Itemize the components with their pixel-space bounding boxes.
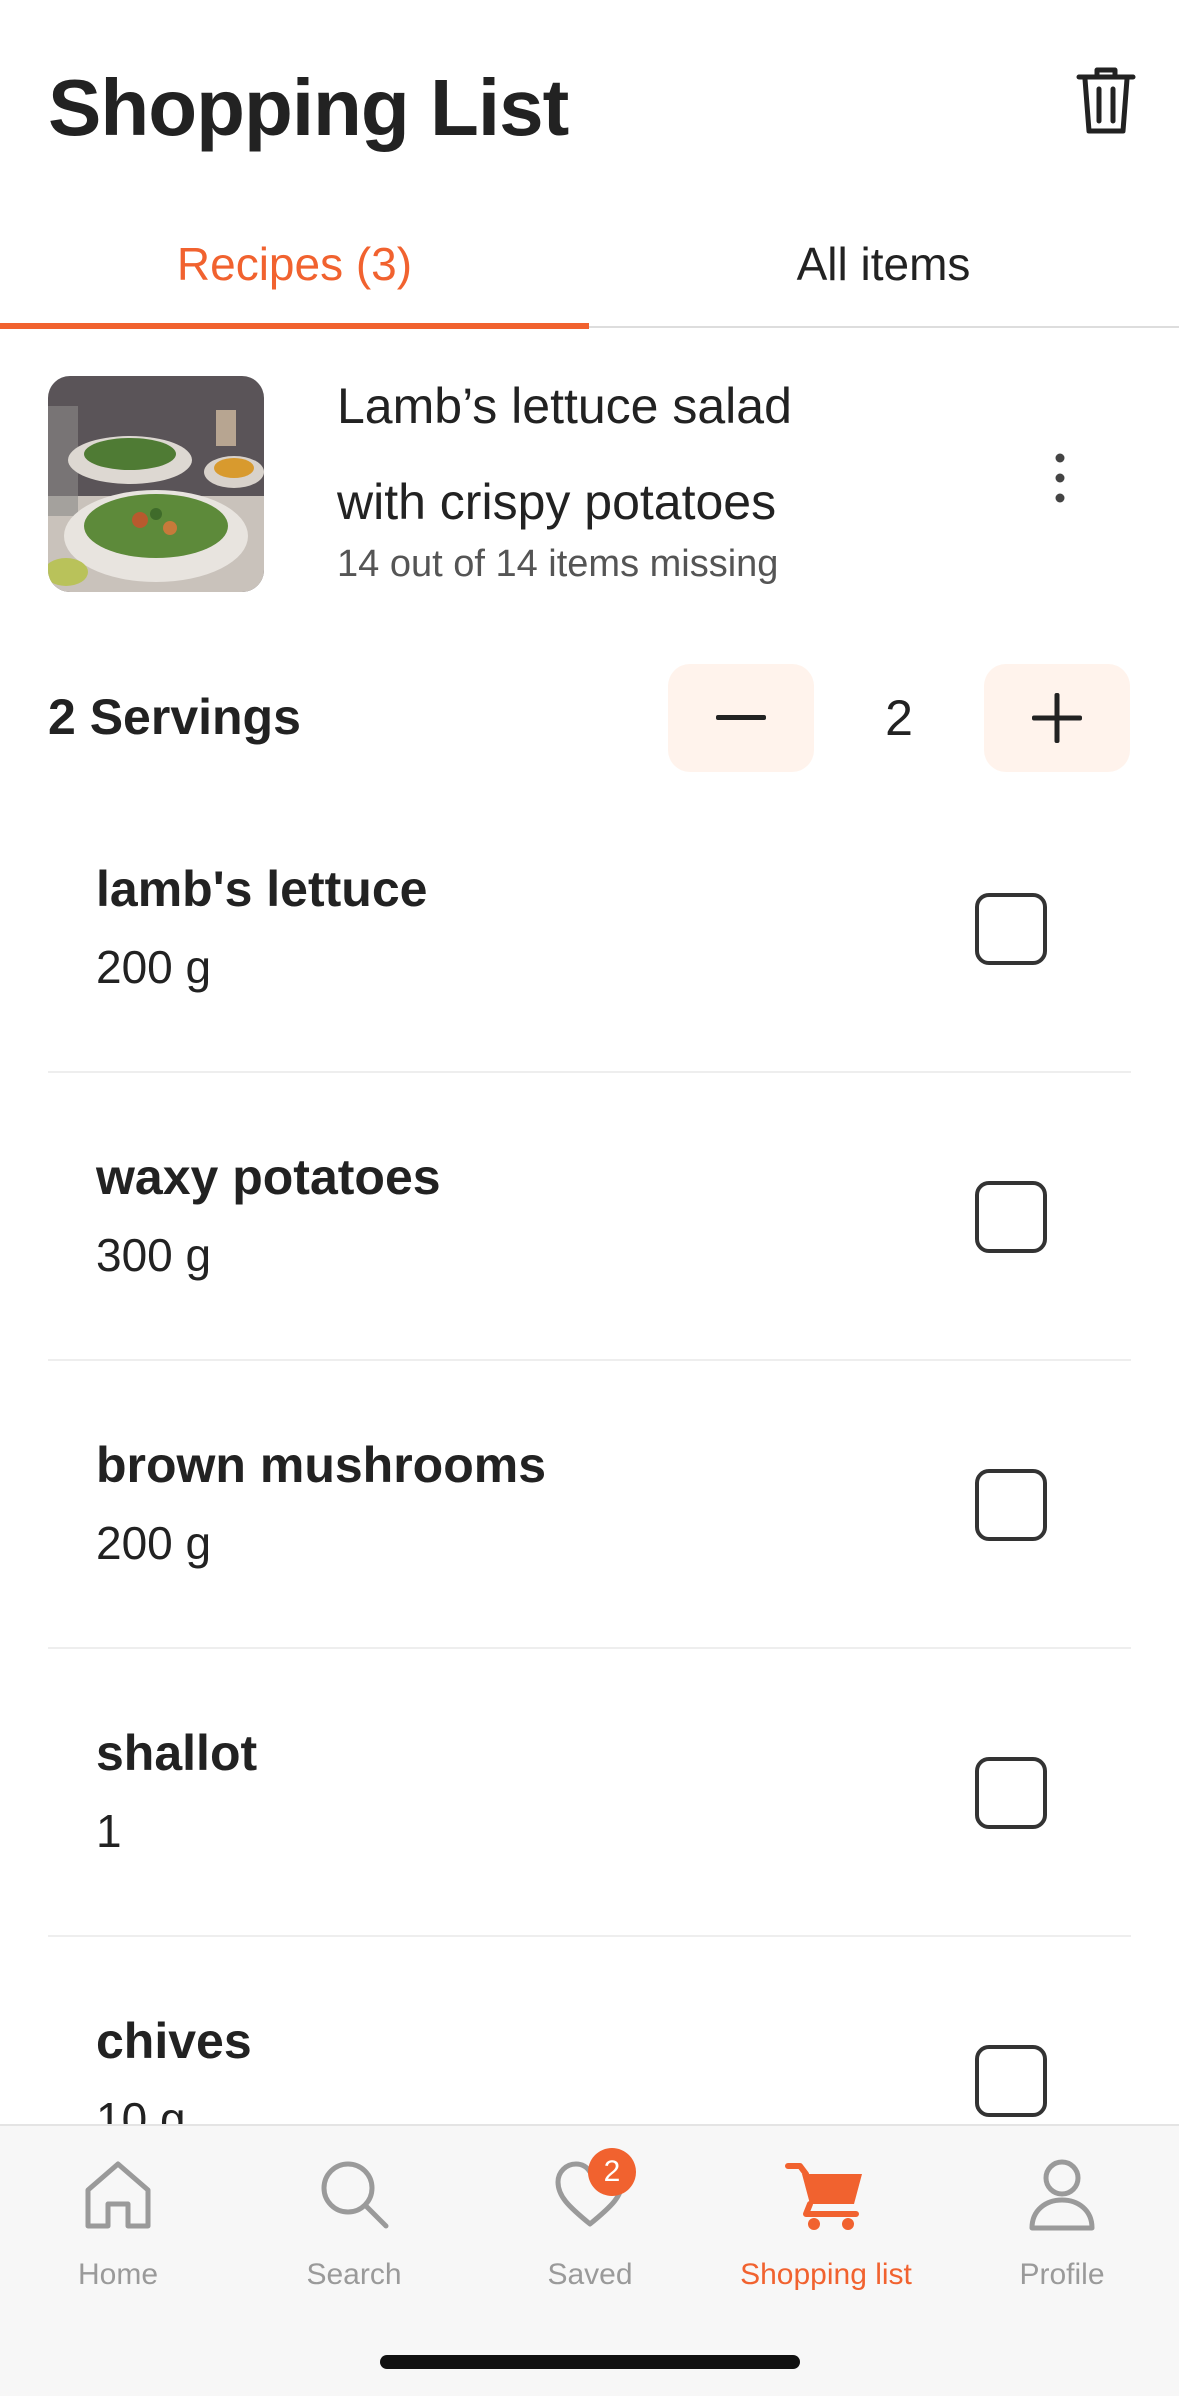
- decrease-servings-button[interactable]: [668, 664, 814, 772]
- item-quantity: 1: [96, 1805, 122, 1857]
- user-icon: [1020, 2152, 1104, 2236]
- recipe-title: Lamb’s lettuce salad with crispy potatoe…: [337, 358, 977, 550]
- more-vertical-icon[interactable]: [1040, 448, 1080, 508]
- nav-home[interactable]: Home: [0, 2152, 236, 2312]
- item-quantity: 300 g: [96, 1229, 212, 1281]
- list-item[interactable]: lamb's lettuce 200 g: [48, 785, 1131, 1073]
- recipe-missing-count: 14 out of 14 items missing: [337, 543, 779, 585]
- nav-saved[interactable]: 2 Saved: [472, 2148, 708, 2312]
- item-name: shallot: [96, 1725, 258, 1781]
- trash-icon[interactable]: [1075, 65, 1137, 137]
- nav-profile[interactable]: Profile: [944, 2152, 1179, 2312]
- item-checkbox[interactable]: [975, 1469, 1047, 1541]
- home-indicator[interactable]: [380, 2355, 800, 2369]
- tab-all-items[interactable]: All items: [589, 200, 1178, 328]
- list-item[interactable]: waxy potatoes 300 g: [48, 1073, 1131, 1361]
- minus-icon: [716, 715, 766, 720]
- header: Shopping List: [0, 0, 1179, 200]
- list-item[interactable]: brown mushrooms 200 g: [48, 1361, 1131, 1649]
- saved-count-badge: 2: [588, 2148, 636, 2196]
- item-checkbox[interactable]: [975, 1757, 1047, 1829]
- item-checkbox[interactable]: [975, 893, 1047, 965]
- nav-label: Profile: [1019, 2258, 1105, 2291]
- nav-label: Shopping list: [740, 2258, 912, 2291]
- heart-icon: 2: [548, 2148, 636, 2236]
- item-quantity: 200 g: [96, 1517, 212, 1569]
- tab-recipes[interactable]: Recipes (3): [0, 200, 589, 328]
- item-checkbox[interactable]: [975, 2045, 1047, 2117]
- recipe-card[interactable]: Lamb’s lettuce salad with crispy potatoe…: [0, 328, 1179, 628]
- nav-label: Search: [306, 2258, 402, 2291]
- item-name: lamb's lettuce: [96, 861, 428, 917]
- item-name: brown mushrooms: [96, 1437, 547, 1493]
- servings-label: 2 Servings: [48, 689, 301, 745]
- nav-shopping-list[interactable]: Shopping list: [708, 2152, 944, 2312]
- ingredient-list: lamb's lettuce 200 g waxy potatoes 300 g…: [48, 785, 1131, 2225]
- search-icon: [312, 2152, 396, 2236]
- list-item[interactable]: shallot 1: [48, 1649, 1131, 1937]
- servings-value: 2: [885, 690, 913, 746]
- cart-icon: [784, 2152, 868, 2236]
- recipe-title-line-1: Lamb’s lettuce salad: [337, 378, 792, 434]
- servings-row: 2 Servings 2: [0, 664, 1179, 774]
- item-name: chives: [96, 2013, 252, 2069]
- item-quantity: 200 g: [96, 941, 212, 993]
- recipe-image: [48, 376, 264, 592]
- recipe-title-line-2: with crispy potatoes: [337, 474, 777, 530]
- item-name: waxy potatoes: [96, 1149, 441, 1205]
- nav-search[interactable]: Search: [236, 2152, 472, 2312]
- increase-servings-button[interactable]: [984, 664, 1130, 772]
- page-title: Shopping List: [48, 63, 569, 152]
- plus-icon: [1032, 693, 1082, 743]
- nav-label: Saved: [547, 2258, 633, 2291]
- home-icon: [76, 2152, 160, 2236]
- item-checkbox[interactable]: [975, 1181, 1047, 1253]
- nav-label: Home: [77, 2258, 159, 2291]
- tab-bar: Recipes (3) All items: [0, 200, 1179, 329]
